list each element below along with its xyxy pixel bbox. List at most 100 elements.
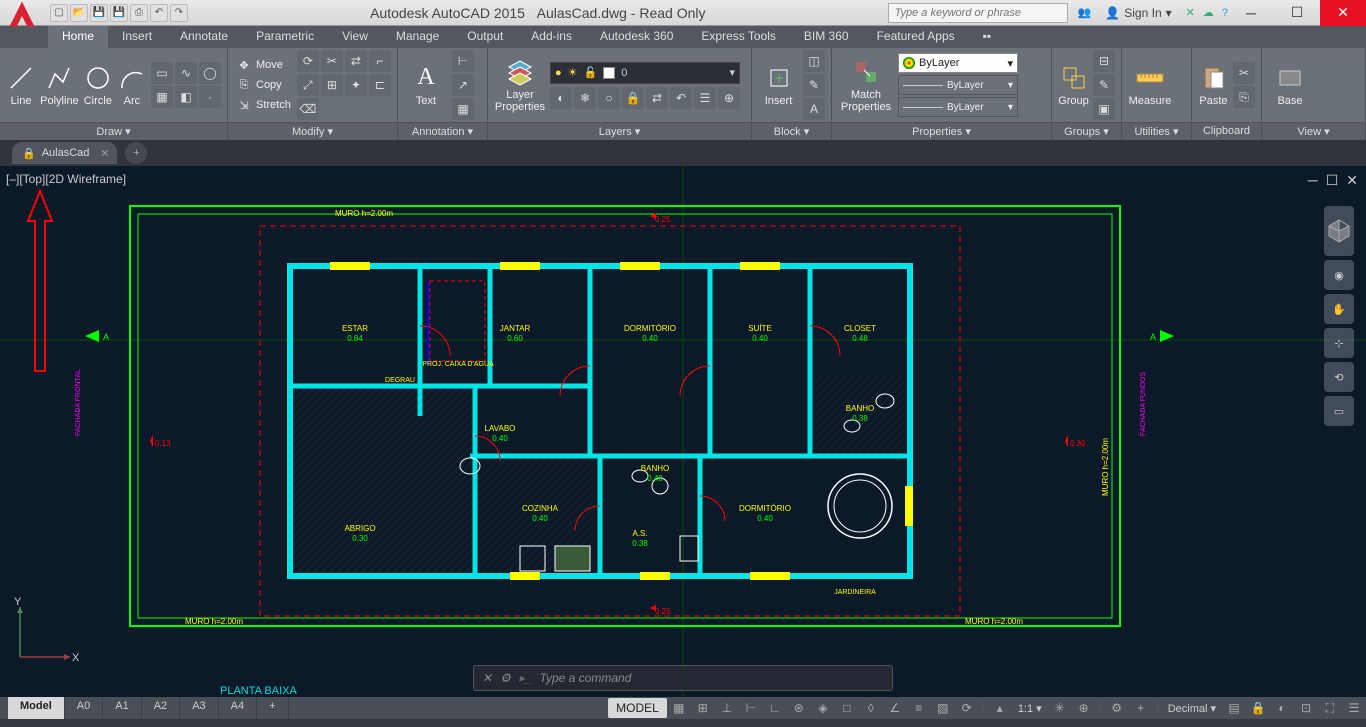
app-menu-icon[interactable] [4, 0, 44, 38]
erase-icon[interactable]: ⌫ [297, 98, 319, 120]
ortho-icon[interactable]: ∟ [763, 698, 787, 718]
move-tool[interactable]: ✥Move [234, 56, 293, 74]
command-line[interactable]: ✕ ⚙ ▸_ Type a command [473, 665, 893, 691]
group-bbox-icon[interactable]: ▣ [1093, 98, 1115, 120]
rotate-icon[interactable]: ⟳ [297, 50, 319, 72]
exchange-icon[interactable]: ✕ [1186, 6, 1195, 19]
region-icon[interactable]: ◧ [175, 86, 197, 108]
layout-tab-a4[interactable]: A4 [219, 697, 257, 719]
a360-icon[interactable]: ☁ [1203, 6, 1214, 19]
hardware-icon[interactable]: ⊡ [1294, 698, 1318, 718]
linetype-dropdown[interactable]: ByLayer▾ [898, 97, 1018, 117]
table-icon[interactable]: ▦ [452, 98, 474, 120]
vp-maximize-icon[interactable]: ☐ [1326, 172, 1339, 189]
tab-insert[interactable]: Insert [108, 26, 166, 48]
circle-tool[interactable]: Circle [83, 63, 113, 107]
stretch-tool[interactable]: ⇲Stretch [234, 96, 293, 114]
customize-icon[interactable]: ☰ [1342, 698, 1366, 718]
dyninput-icon[interactable]: ⊢ [739, 698, 763, 718]
tab-addins[interactable]: Add-ins [517, 26, 586, 48]
pan-icon[interactable]: ✋ [1324, 294, 1354, 324]
layer-lock-icon[interactable]: 🔒 [622, 87, 644, 109]
text-tool[interactable]: AText [404, 63, 448, 107]
color-dropdown[interactable]: ByLayer▾ [898, 53, 1018, 73]
layout-tab-a2[interactable]: A2 [142, 697, 180, 719]
steering-wheel-icon[interactable]: ◉ [1324, 260, 1354, 290]
infocenter-icon[interactable]: 👥 [1078, 6, 1092, 19]
group-edit-icon[interactable]: ✎ [1093, 74, 1115, 96]
trim-icon[interactable]: ✂ [321, 50, 343, 72]
osnap-icon[interactable]: □ [835, 698, 859, 718]
insert-block-tool[interactable]: Insert [758, 63, 799, 107]
layout-tab-a3[interactable]: A3 [180, 697, 218, 719]
panel-title-utilities[interactable]: Utilities ▾ [1122, 122, 1191, 140]
drawing-area[interactable]: [–][Top][2D Wireframe] ─ ☐ ✕ [0, 166, 1366, 697]
panel-title-annotation[interactable]: Annotation ▾ [398, 122, 487, 140]
leader-icon[interactable]: ↗ [452, 74, 474, 96]
tab-bim360[interactable]: BIM 360 [790, 26, 863, 48]
help-search-input[interactable] [888, 3, 1068, 23]
panel-title-draw[interactable]: Draw ▾ [0, 122, 227, 140]
layer-iso-icon[interactable]: ◐ [550, 87, 572, 109]
new-icon[interactable]: ▢ [50, 4, 68, 22]
annovis-icon[interactable]: ✳ [1048, 698, 1072, 718]
vp-close-icon[interactable]: ✕ [1346, 172, 1358, 189]
array-icon[interactable]: ⊞ [321, 74, 343, 96]
paste-tool[interactable]: Paste [1198, 63, 1229, 107]
offset-icon[interactable]: ⊏ [369, 74, 391, 96]
isodraft-icon[interactable]: ◈ [811, 698, 835, 718]
3dosnap-icon[interactable]: ◊ [859, 698, 883, 718]
scale-icon[interactable]: ⤢ [297, 74, 319, 96]
tab-manage[interactable]: Manage [382, 26, 453, 48]
layout-tab-model[interactable]: Model [8, 697, 65, 719]
layer-properties-tool[interactable]: Layer Properties [494, 57, 546, 113]
edit-block-icon[interactable]: ✎ [803, 74, 825, 96]
measure-tool[interactable]: Measure [1128, 63, 1172, 107]
layout-tab-a1[interactable]: A1 [103, 697, 141, 719]
undo-icon[interactable]: ↶ [150, 4, 168, 22]
layer-off-icon[interactable]: ○ [598, 87, 620, 109]
tab-output[interactable]: Output [453, 26, 517, 48]
point-icon[interactable]: · [199, 86, 221, 108]
new-tab-button[interactable]: + [125, 142, 147, 164]
layout-tab-a0[interactable]: A0 [65, 697, 103, 719]
tab-expresstools[interactable]: Express Tools [687, 26, 789, 48]
polar-icon[interactable]: ⊛ [787, 698, 811, 718]
snap-icon[interactable]: ⊞ [691, 698, 715, 718]
spline-icon[interactable]: ∿ [175, 62, 197, 84]
zoom-extents-icon[interactable]: ⊹ [1324, 328, 1354, 358]
saveas-icon[interactable]: 💾 [110, 4, 128, 22]
create-block-icon[interactable]: ◫ [803, 50, 825, 72]
sign-in-button[interactable]: 👤 Sign In▾ [1099, 6, 1177, 20]
explode-icon[interactable]: ✦ [345, 74, 367, 96]
tab-featuredapps[interactable]: Featured Apps [863, 26, 969, 48]
layer-prev-icon[interactable]: ↶ [670, 87, 692, 109]
showmotion-icon[interactable]: ▭ [1324, 396, 1354, 426]
units-dropdown[interactable]: Decimal ▾ [1162, 702, 1222, 715]
mirror-icon[interactable]: ⇄ [345, 50, 367, 72]
copy-tool[interactable]: ⎘Copy [234, 76, 293, 94]
lineweight-toggle-icon[interactable]: ≡ [907, 698, 931, 718]
minimize-button[interactable]: ─ [1228, 0, 1274, 26]
isolate-icon[interactable]: ◐ [1270, 698, 1294, 718]
transparency-icon[interactable]: ▨ [931, 698, 955, 718]
tab-autodesk360[interactable]: Autodesk 360 [586, 26, 687, 48]
tab-home[interactable]: Home [48, 26, 108, 48]
modelspace-button[interactable]: MODEL [608, 698, 667, 718]
otrack-icon[interactable]: ∠ [883, 698, 907, 718]
layer-dropdown[interactable]: ● ☀ 🔓 0 ▾ [550, 62, 740, 84]
line-tool[interactable]: Line [6, 63, 36, 107]
hatch-icon[interactable]: ▦ [151, 86, 173, 108]
close-button[interactable]: ✕ [1320, 0, 1366, 26]
close-tab-icon[interactable]: ✕ [100, 147, 109, 160]
panel-title-modify[interactable]: Modify ▾ [228, 122, 397, 140]
cut-icon[interactable]: ✂ [1233, 62, 1255, 84]
cycling-icon[interactable]: ⟳ [955, 698, 979, 718]
annomonitor-icon[interactable]: + [1129, 698, 1153, 718]
attr-icon[interactable]: A [803, 98, 825, 120]
recent-cmd-icon[interactable]: ⚙ [500, 671, 511, 685]
lineweight-dropdown[interactable]: ByLayer▾ [898, 75, 1018, 95]
layer-state-icon[interactable]: ☰ [694, 87, 716, 109]
vp-minimize-icon[interactable]: ─ [1308, 172, 1318, 189]
fillet-icon[interactable]: ⌐ [369, 50, 391, 72]
